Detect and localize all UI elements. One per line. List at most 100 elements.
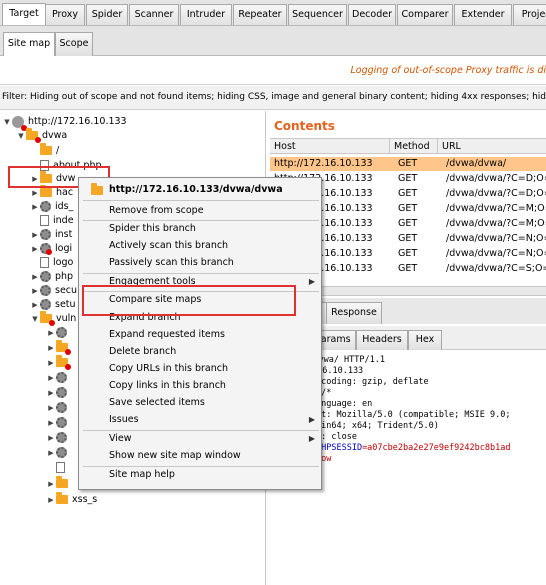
tab-project[interactable]: Project — [513, 4, 546, 25]
menu-item-copy-urls[interactable]: Copy URLs in this branch — [109, 362, 228, 376]
expand-icon[interactable]: ▶ — [46, 493, 56, 507]
tab-headers[interactable]: Headers — [356, 330, 408, 350]
expand-icon[interactable]: ▶ — [46, 416, 56, 430]
menu-item-active-scan[interactable]: Actively scan this branch — [109, 239, 228, 253]
menu-item-passive-scan[interactable]: Passively scan this branch — [109, 256, 234, 270]
collapse-icon[interactable]: ▼ — [2, 115, 12, 129]
tree-node-vuln-child[interactable]: ▶ — [46, 386, 71, 400]
cell-url: /dvwa/dvwa/?C=N;O=D — [446, 248, 546, 259]
tree-node-logo[interactable]: logo — [40, 256, 73, 270]
gear-icon — [56, 387, 67, 398]
tree-node-vuln-child[interactable]: ▶ — [46, 431, 71, 445]
collapse-icon[interactable]: ▼ — [16, 129, 26, 143]
expand-icon[interactable]: ▶ — [46, 446, 56, 460]
tree-node-vuln-child[interactable]: ▶ — [46, 476, 72, 491]
tree-node-vuln-child[interactable]: ▶ — [46, 326, 71, 340]
menu-item-view[interactable]: View — [109, 432, 132, 446]
cell-method: GET — [398, 248, 418, 259]
tab-comparer[interactable]: Comparer — [397, 4, 453, 25]
tab-target[interactable]: Target — [2, 3, 46, 25]
expand-icon[interactable]: ▶ — [30, 228, 40, 242]
collapse-icon[interactable]: ▼ — [30, 312, 40, 326]
menu-item-remove-from-scope[interactable]: Remove from scope — [109, 204, 204, 218]
folder-icon — [40, 311, 55, 326]
expand-icon[interactable]: ▶ — [46, 401, 56, 415]
menu-item-save-selected[interactable]: Save selected items — [109, 396, 205, 410]
expand-icon[interactable]: ▶ — [46, 326, 56, 340]
menu-item-expand-requested[interactable]: Expand requested items — [109, 328, 225, 342]
menu-item-site-map-help[interactable]: Site map help — [109, 468, 175, 482]
gear-icon — [40, 299, 51, 310]
tree-node-hack[interactable]: ▶ hac — [30, 185, 73, 200]
tree-node-slash[interactable]: / — [40, 143, 59, 158]
tree-node-vuln-child[interactable]: ▶ — [46, 416, 71, 430]
tab-sequencer[interactable]: Sequencer — [288, 4, 347, 25]
expand-icon[interactable]: ▶ — [30, 298, 40, 312]
menu-item-new-site-map-window[interactable]: Show new site map window — [109, 449, 241, 463]
tree-node-root[interactable]: ▼ http://172.16.10.133 — [2, 115, 127, 131]
column-header-url[interactable]: URL — [438, 139, 546, 154]
menu-item-issues[interactable]: Issues — [109, 413, 139, 427]
tree-node-vuln-child[interactable]: ▶ — [46, 355, 72, 370]
tree-node-label: xss_s — [72, 494, 98, 505]
expand-icon[interactable]: ▶ — [46, 356, 56, 370]
tab-repeater[interactable]: Repeater — [233, 4, 287, 25]
gear-icon — [56, 432, 67, 443]
tree-node-vuln-child[interactable] — [56, 461, 69, 475]
tab-decoder[interactable]: Decoder — [348, 4, 396, 25]
tab-scope[interactable]: Scope — [55, 32, 93, 56]
gear-icon — [56, 402, 67, 413]
expand-icon[interactable]: ▶ — [30, 242, 40, 256]
tab-extender[interactable]: Extender — [454, 4, 512, 25]
tree-node-label: php — [55, 271, 74, 282]
cell-url: /dvwa/dvwa/?C=N;O=A — [446, 233, 546, 244]
cell-url: /dvwa/dvwa/?C=D;O=A — [446, 173, 546, 184]
menu-item-copy-links[interactable]: Copy links in this branch — [109, 379, 226, 393]
tree-node-ids[interactable]: ▶ ids_ — [30, 200, 73, 214]
filter-text[interactable]: Filter: Hiding out of scope and not foun… — [2, 92, 546, 102]
expand-icon[interactable]: ▶ — [30, 186, 40, 200]
raw-line: Win64; x64; Trident/5.0) — [316, 421, 439, 431]
tree-node-vuln-child[interactable]: ▶ — [46, 401, 71, 415]
tree-node-dvwa[interactable]: ▼ dvwa — [16, 128, 67, 143]
contents-table-header: Host Method URL — [270, 138, 546, 154]
column-header-host[interactable]: Host — [270, 139, 390, 154]
cell-method: GET — [398, 233, 418, 244]
tree-node-inde[interactable]: inde — [40, 214, 74, 228]
filter-bar[interactable]: Filter: Hiding out of scope and not foun… — [0, 86, 546, 110]
tab-hex[interactable]: Hex — [408, 330, 442, 350]
notice-bar: Logging of out-of-scope Proxy traffic is… — [0, 57, 546, 85]
menu-item-spider-branch[interactable]: Spider this branch — [109, 222, 196, 236]
expand-icon[interactable]: ▶ — [46, 371, 56, 385]
tree-node-label: http://172.16.10.133 — [28, 116, 127, 127]
tree-node-label: logo — [53, 257, 74, 268]
expand-icon[interactable]: ▶ — [46, 341, 56, 355]
tree-node-xss[interactable]: ▶ xss_s — [46, 492, 98, 507]
tab-scanner[interactable]: Scanner — [129, 4, 179, 25]
tab-intruder[interactable]: Intruder — [180, 4, 232, 25]
tab-response[interactable]: Response — [326, 302, 382, 324]
tree-node-inst[interactable]: ▶ inst — [30, 228, 72, 242]
tree-node-php[interactable]: ▶ php — [30, 270, 73, 284]
expand-icon[interactable]: ▶ — [46, 386, 56, 400]
tab-proxy[interactable]: Proxy — [45, 4, 85, 25]
tree-node-vuln[interactable]: ▼ vuln — [30, 311, 76, 326]
expand-icon[interactable]: ▶ — [30, 270, 40, 284]
expand-icon[interactable]: ▶ — [46, 477, 56, 491]
cell-method: GET — [398, 173, 418, 184]
tree-node-vuln-child[interactable]: ▶ — [46, 371, 71, 385]
tree-node-setu[interactable]: ▶ setu — [30, 298, 76, 312]
tab-site-map[interactable]: Site map — [3, 32, 55, 56]
tree-node-vuln-child[interactable]: ▶ — [46, 446, 71, 460]
raw-line: anguage: en — [316, 399, 373, 409]
tree-node-vuln-child[interactable]: ▶ — [46, 340, 72, 355]
tab-spider[interactable]: Spider — [86, 4, 128, 25]
expand-icon[interactable]: ▶ — [30, 284, 40, 298]
expand-icon[interactable]: ▶ — [46, 431, 56, 445]
tree-node-secu[interactable]: ▶ secu — [30, 284, 77, 298]
tree-node-login[interactable]: ▶ logi — [30, 242, 72, 256]
expand-icon[interactable]: ▶ — [30, 200, 40, 214]
table-row[interactable]: http://172.16.10.133 GET/dvwa/dvwa/ — [270, 157, 546, 171]
column-header-method[interactable]: Method — [390, 139, 438, 154]
menu-item-delete-branch[interactable]: Delete branch — [109, 345, 176, 359]
